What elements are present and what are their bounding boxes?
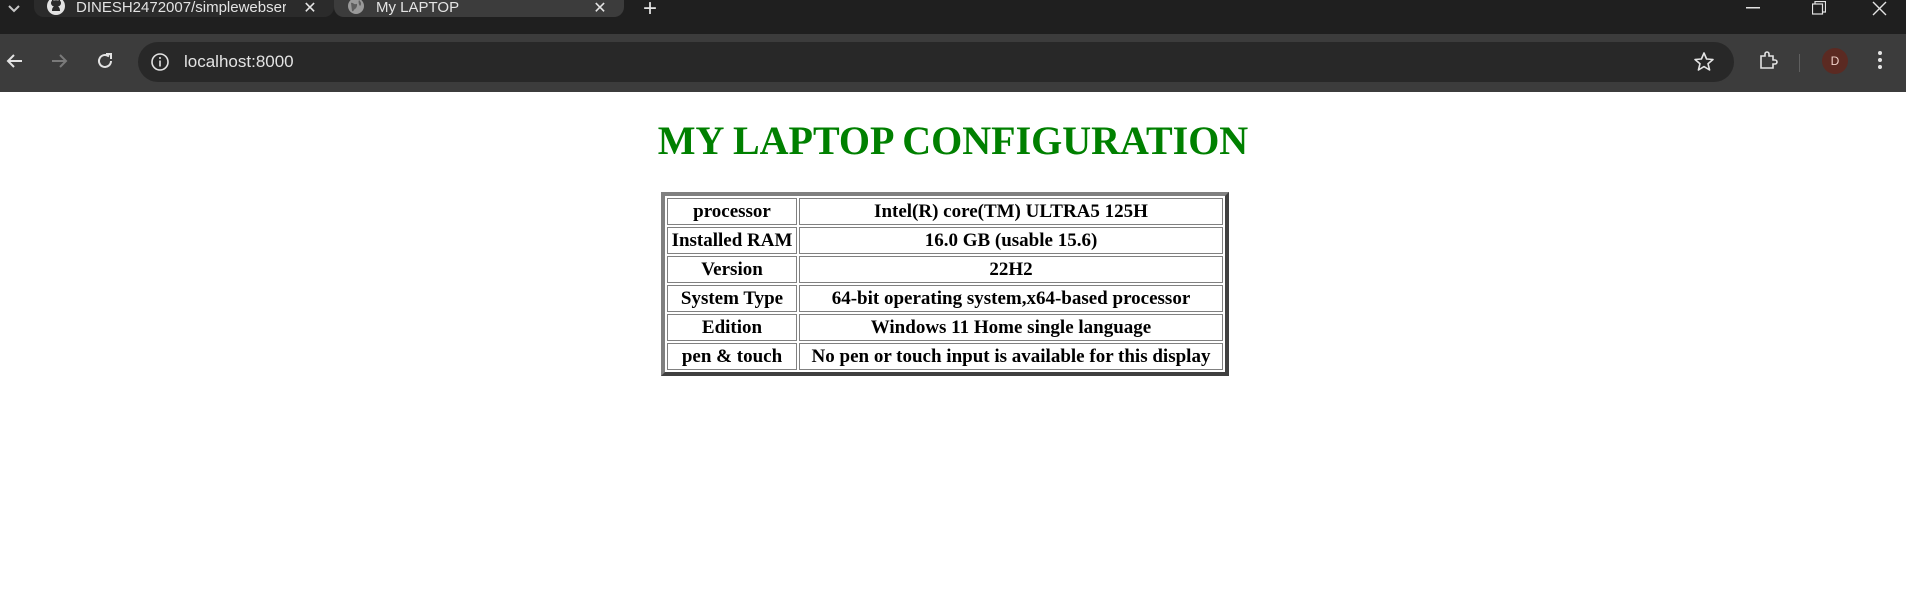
table-row: Installed RAM 16.0 GB (usable 15.6) <box>667 227 1223 254</box>
more-menu-icon[interactable] <box>1868 48 1892 72</box>
row-label: Version <box>667 256 797 283</box>
tab-github[interactable]: DINESH2472007/simplewebserv ✕ <box>34 0 334 17</box>
table-row: System Type 64-bit operating system,x64-… <box>667 285 1223 312</box>
row-value: 64-bit operating system,x64-based proces… <box>799 285 1223 312</box>
row-label: pen & touch <box>667 343 797 370</box>
row-value: Intel(R) core(TM) ULTRA5 125H <box>799 198 1223 225</box>
laptop-config-table: processor Intel(R) core(TM) ULTRA5 125H … <box>661 192 1229 376</box>
extensions-puzzle-icon[interactable] <box>1756 48 1780 72</box>
row-label: Installed RAM <box>667 227 797 254</box>
toolbar-divider <box>1799 54 1800 72</box>
row-value: Windows 11 Home single language <box>799 314 1223 341</box>
bookmark-star-icon[interactable] <box>1692 50 1716 74</box>
table-row: pen & touch No pen or touch input is ava… <box>667 343 1223 370</box>
url-text[interactable]: localhost:8000 <box>184 52 294 72</box>
row-value: 22H2 <box>799 256 1223 283</box>
tab-title: My LAPTOP <box>376 0 460 16</box>
new-tab-plus-icon[interactable]: + <box>636 0 664 22</box>
site-info-icon[interactable] <box>148 50 172 74</box>
row-label: processor <box>667 198 797 225</box>
table-row: Edition Windows 11 Home single language <box>667 314 1223 341</box>
close-window-icon[interactable] <box>1856 0 1902 20</box>
browser-toolbar: localhost:8000 D <box>0 34 1906 92</box>
row-value: No pen or touch input is available for t… <box>799 343 1223 370</box>
row-label: System Type <box>667 285 797 312</box>
globe-icon <box>346 0 366 16</box>
minimize-icon[interactable] <box>1730 0 1776 20</box>
tab-title: DINESH2472007/simplewebserv <box>76 0 286 16</box>
reload-icon[interactable] <box>88 44 122 78</box>
page-heading: MY LAPTOP CONFIGURATION <box>657 118 1249 163</box>
forward-arrow-icon[interactable] <box>42 44 76 78</box>
github-icon <box>46 0 66 16</box>
table-row: processor Intel(R) core(TM) ULTRA5 125H <box>667 198 1223 225</box>
restore-icon[interactable] <box>1796 0 1842 20</box>
tab-search-chevron-icon[interactable] <box>0 0 28 17</box>
close-tab-icon[interactable]: ✕ <box>590 0 610 18</box>
row-value: 16.0 GB (usable 15.6) <box>799 227 1223 254</box>
address-bar[interactable]: localhost:8000 <box>138 42 1734 82</box>
profile-avatar[interactable]: D <box>1822 48 1848 74</box>
table-row: Version 22H2 <box>667 256 1223 283</box>
back-arrow-icon[interactable] <box>0 44 32 78</box>
row-label: Edition <box>667 314 797 341</box>
tab-strip: DINESH2472007/simplewebserv ✕ My LAPTOP … <box>0 0 1906 34</box>
tab-my-laptop[interactable]: My LAPTOP ✕ <box>334 0 624 17</box>
close-tab-icon[interactable]: ✕ <box>300 0 320 18</box>
